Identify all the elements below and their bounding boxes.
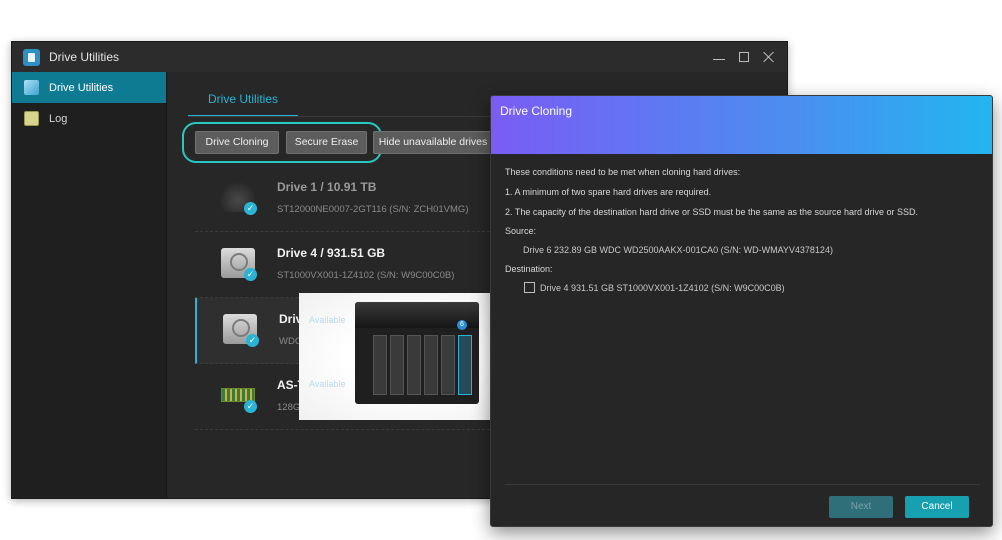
check-icon: ✓ (244, 400, 257, 413)
dialog-divider (505, 484, 980, 485)
drive-row[interactable]: ✓ Drive 1 / 10.91 TB ST12000NE0007-2GT11… (195, 166, 505, 232)
dialog-title: Drive Cloning (500, 104, 573, 118)
condition-1: 1. A minimum of two spare hard drives ar… (505, 187, 712, 197)
drive-cloning-button[interactable]: Drive Cloning (195, 131, 279, 154)
drive-name: Drive 4 / 931.51 GB (277, 246, 386, 260)
drive-detail: ST12000NE0007-2GT116 (S/N: ZCH01VMG) (277, 204, 469, 215)
sidebar-item-drive-utilities[interactable]: Drive Utilities (12, 72, 166, 103)
nas-bay-highlighted (458, 335, 472, 395)
source-label: Source: (505, 226, 537, 236)
drive-row[interactable]: ✓ Drive 4 / 931.51 GB ST1000VX001-1Z4102… (195, 232, 505, 298)
drive-cloning-dialog: Drive Cloning These conditions need to b… (490, 95, 993, 527)
destination-label: Destination: (505, 264, 553, 274)
source-value: Drive 6 232.89 GB WDC WD2500AAKX-001CA0 … (523, 245, 833, 255)
log-icon (24, 111, 39, 126)
drive-name: Drive 1 / 10.91 TB (277, 180, 377, 194)
drive-detail: ST1000VX001-1Z4102 (S/N: W9C00C0B) (277, 270, 455, 281)
check-icon: ✓ (244, 268, 257, 281)
check-icon: ✓ (244, 202, 257, 215)
nas-icon (355, 302, 479, 404)
cancel-button[interactable]: Cancel (905, 496, 969, 518)
maximize-icon[interactable] (739, 52, 749, 62)
sidebar-item-label: Drive Utilities (49, 81, 114, 94)
drive-utilities-icon (24, 80, 39, 95)
next-button[interactable]: Next (829, 496, 893, 518)
nas-bay (407, 335, 421, 395)
available-label: Available (309, 315, 346, 325)
sidebar: Drive Utilities Log (12, 72, 167, 498)
title-bar: Drive Utilities (12, 42, 787, 72)
available-label: Available (309, 379, 346, 389)
destination-checkbox[interactable] (524, 282, 535, 293)
minimize-icon[interactable] (713, 51, 725, 63)
close-icon[interactable] (763, 51, 775, 63)
nas-bay (373, 335, 387, 395)
secure-erase-button[interactable]: Secure Erase (286, 131, 367, 154)
bay-number-badge: 6 (457, 320, 467, 330)
condition-2: 2. The capacity of the destination hard … (505, 207, 919, 217)
dialog-intro: These conditions need to be met when clo… (505, 167, 741, 177)
sidebar-item-log[interactable]: Log (12, 103, 166, 134)
nas-bay (424, 335, 438, 395)
destination-option-label[interactable]: Drive 4 931.51 GB ST1000VX001-1Z4102 (S/… (540, 283, 785, 293)
hide-unavailable-drives-button[interactable]: Hide unavailable drives (373, 131, 493, 154)
check-icon: ✓ (246, 334, 259, 347)
window-title: Drive Utilities (49, 50, 120, 64)
sidebar-item-label: Log (49, 112, 68, 125)
app-icon (23, 48, 40, 66)
nas-bay (441, 335, 455, 395)
window-controls (713, 42, 775, 72)
nas-device-image: Available Available 6 (299, 293, 491, 420)
nas-bay (390, 335, 404, 395)
tab-drive-utilities[interactable]: Drive Utilities (188, 87, 298, 117)
